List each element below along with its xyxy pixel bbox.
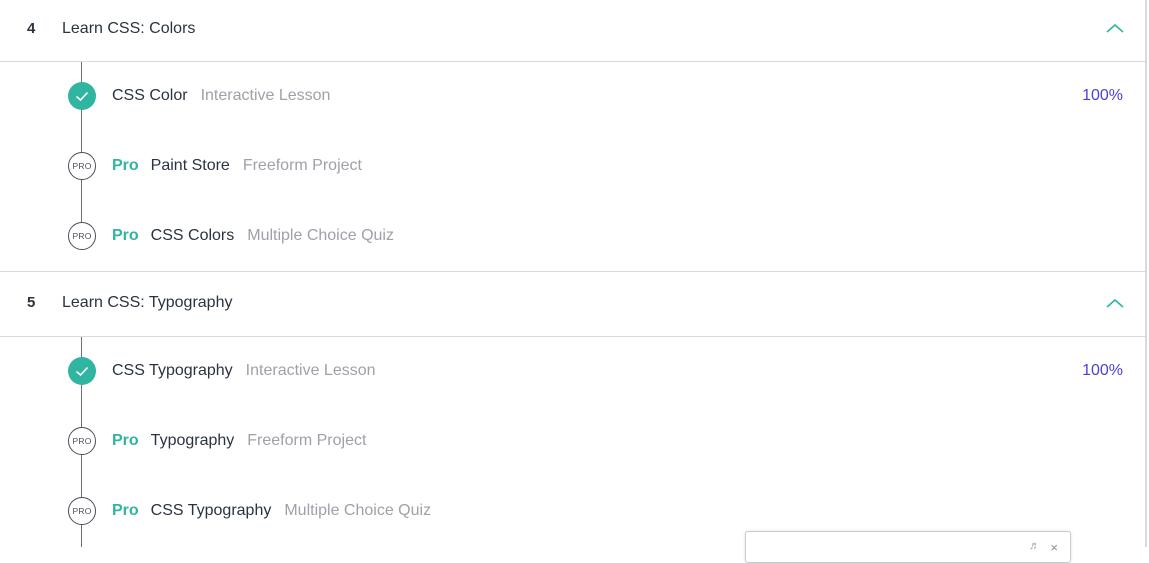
lesson-title[interactable]: CSS Colors xyxy=(151,227,235,244)
close-icon[interactable]: × xyxy=(1050,540,1058,555)
lesson-row[interactable]: PRO Pro CSS Typography Multiple Choice Qui… xyxy=(0,491,1147,531)
completed-check-icon xyxy=(68,82,96,110)
module-header-5[interactable]: 5 Learn CSS: Typography xyxy=(0,271,1147,337)
module-title: Learn CSS: Colors xyxy=(62,20,196,37)
lesson-title[interactable]: Paint Store xyxy=(151,157,230,174)
lesson-row[interactable]: PRO Pro Typography Freeform Project xyxy=(0,421,1147,461)
pro-badge-icon: PRO xyxy=(68,497,96,525)
lesson-row[interactable]: PRO Pro CSS Colors Multiple Choice Quiz xyxy=(0,216,1147,256)
module-title: Learn CSS: Typography xyxy=(62,294,233,311)
module-header-4[interactable]: 4 Learn CSS: Colors xyxy=(0,0,1147,62)
lesson-type: Freeform Project xyxy=(242,157,362,174)
speaker-icon[interactable]: ♬ xyxy=(1029,540,1040,552)
pro-label: Pro xyxy=(112,502,139,519)
pro-label: Pro xyxy=(112,157,139,174)
progress-percent: 100% xyxy=(1082,87,1123,104)
pro-label: Pro xyxy=(112,227,139,244)
lesson-row[interactable]: CSS Color Interactive Lesson 100% xyxy=(0,76,1147,116)
lesson-title[interactable]: CSS Typography xyxy=(112,362,233,379)
pro-badge-icon: PRO xyxy=(68,152,96,180)
chevron-up-icon[interactable] xyxy=(1105,297,1125,311)
lesson-type: Freeform Project xyxy=(247,432,367,449)
floating-popup[interactable]: ♬ × xyxy=(745,531,1071,563)
progress-percent: 100% xyxy=(1082,362,1123,379)
pro-badge-icon: PRO xyxy=(68,427,96,455)
lesson-type: Interactive Lesson xyxy=(200,87,331,104)
lesson-title[interactable]: CSS Color xyxy=(112,87,188,104)
lesson-title[interactable]: CSS Typography xyxy=(151,502,272,519)
completed-check-icon xyxy=(68,357,96,385)
curriculum-panel: 4 Learn CSS: Colors CSS Color Interactive… xyxy=(0,0,1147,563)
lesson-type: Interactive Lesson xyxy=(245,362,376,379)
lesson-row[interactable]: CSS Typography Interactive Lesson 100% xyxy=(0,351,1147,391)
lesson-type: Multiple Choice Quiz xyxy=(247,227,394,244)
lesson-type: Multiple Choice Quiz xyxy=(284,502,432,519)
lesson-row[interactable]: PRO Pro Paint Store Freeform Project xyxy=(0,146,1147,186)
module-number: 5 xyxy=(27,294,36,311)
pro-label: Pro xyxy=(112,432,139,449)
module-number: 4 xyxy=(27,20,36,37)
pro-badge-icon: PRO xyxy=(68,222,96,250)
lesson-title[interactable]: Typography xyxy=(151,432,235,449)
chevron-up-icon[interactable] xyxy=(1105,22,1125,36)
